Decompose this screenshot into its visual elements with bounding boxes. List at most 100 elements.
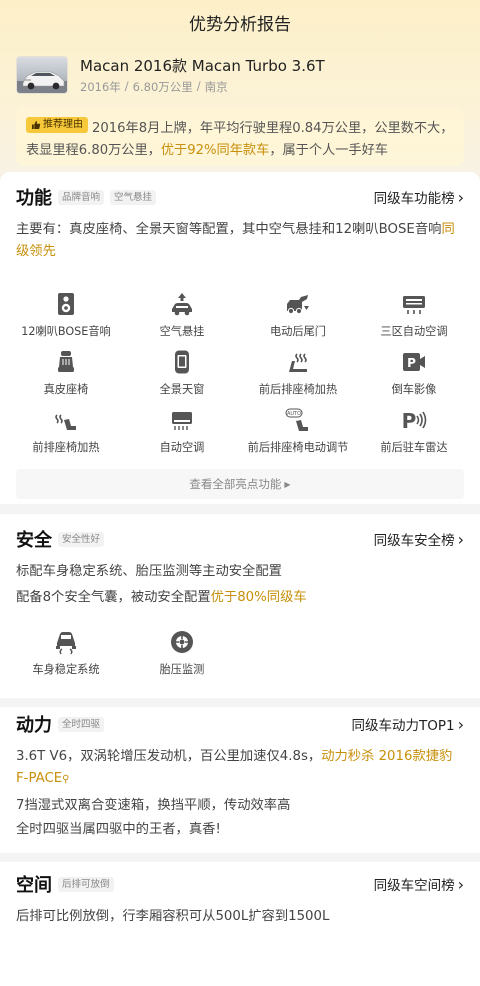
search-icon: ⚲	[62, 774, 70, 785]
feature-item[interactable]: P 前后驻车雷达	[356, 403, 472, 461]
feature-label: 电动后尾门	[270, 325, 326, 338]
safety-card: 安全 安全性好 同级车安全榜 › 标配车身稳定系统、胎压监测等主动安全配置 配备…	[0, 514, 480, 698]
chevron-right-icon: ›	[457, 187, 464, 207]
feature-label: 真皮座椅	[43, 383, 89, 396]
speaker-icon	[58, 293, 74, 315]
space-line-1: 后排可比例放倒，行李厢容积可从500L扩容到1500L	[16, 909, 330, 924]
car-name: Macan 2016款 Macan Turbo 3.6T	[80, 56, 325, 75]
car-meta: 2016年 / 6.80万公里 / 南京	[80, 79, 325, 95]
feature-item[interactable]: 全景天窗	[124, 345, 240, 403]
page-title: 优势分析报告	[0, 0, 480, 44]
power-rank-label: 同级车动力TOP1	[351, 718, 455, 734]
features-grid: 12喇叭BOSE音响 空气悬挂 电动后尾门 三区自动空调 真皮座椅 全景天窗 前…	[0, 287, 480, 461]
reason-highlight: 优于92%同年款车	[160, 143, 270, 158]
svg-text:P: P	[402, 409, 417, 433]
feature-label: 空气悬挂	[159, 325, 205, 338]
features-desc: 主要有：真皮座椅、全景天窗等配置，其中空气悬挂和12喇叭BOSE音响同级领先	[0, 219, 480, 263]
stability-control-icon	[56, 632, 76, 655]
recommend-tag: 推荐理由	[26, 117, 88, 133]
feature-label: 前排座椅加热	[32, 441, 100, 454]
space-rank-label: 同级车空间榜	[373, 878, 455, 894]
power-seat-adjust-icon: AUTO	[285, 408, 308, 431]
power-line-1-text: 3.6T V6，双涡轮增压发动机，百公里加速仅4.8s，	[16, 749, 322, 764]
safety-item[interactable]: 车身稳定系统	[8, 625, 124, 683]
power-card: 动力 全时四驱 同级车动力TOP1 › 3.6T V6，双涡轮增压发动机，百公里…	[0, 707, 480, 853]
chevron-right-icon: ›	[457, 874, 464, 894]
rear-camera-icon: P	[403, 353, 425, 371]
meta-separator: /	[124, 78, 129, 93]
feature-label: 自动空调	[159, 441, 205, 454]
car-thumbnail	[16, 56, 68, 94]
car-mileage: 6.80万公里	[132, 79, 193, 94]
car-year: 2016年	[80, 79, 121, 94]
feature-item[interactable]: 前后排座椅加热	[240, 345, 356, 403]
front-seat-heating-icon	[55, 414, 76, 430]
safety-rank-label: 同级车安全榜	[373, 533, 455, 549]
power-rank-link[interactable]: 同级车动力TOP1 ›	[351, 714, 464, 735]
car-summary[interactable]: Macan 2016款 Macan Turbo 3.6T 2016年 / 6.8…	[0, 44, 480, 98]
feature-item[interactable]: 自动空调	[124, 403, 240, 461]
feature-label: 前后驻车雷达	[380, 441, 448, 454]
air-suspension-icon	[172, 293, 192, 316]
auto-ac-icon	[172, 412, 192, 430]
feature-label: 12喇叭BOSE音响	[21, 325, 111, 338]
leather-seat-icon	[58, 351, 74, 372]
power-line-3: 全时四驱当属四驱中的王者，真香!	[16, 822, 221, 837]
feature-item[interactable]: 真皮座椅	[8, 345, 124, 403]
feature-item[interactable]: 电动后尾门	[240, 287, 356, 345]
safety-line-2: 配备8个安全气囊，被动安全配置优于80%同级车	[0, 587, 480, 609]
view-all-features-button[interactable]: 查看全部亮点功能 ▶	[16, 469, 464, 499]
space-card: 空间 后排可放倒 同级车空间榜 › 后排可比例放倒，行李厢容积可从500L扩容到…	[0, 862, 480, 986]
car-city: 南京	[204, 79, 228, 94]
features-card: 功能 品牌音响 空气悬挂 同级车功能榜 › 主要有：真皮座椅、全景天窗等配置，其…	[0, 172, 480, 504]
chevron-right-icon: ›	[457, 529, 464, 549]
svg-text:P: P	[407, 356, 416, 370]
chevron-right-icon: ›	[457, 714, 464, 734]
safety-label: 胎压监测	[159, 663, 205, 676]
page-title-text: 优势分析报告	[189, 14, 291, 35]
feature-label: 倒车影像	[391, 383, 437, 396]
feature-item[interactable]: 三区自动空调	[356, 287, 472, 345]
tire-pressure-icon	[171, 631, 193, 653]
power-title: 动力	[16, 715, 52, 736]
power-line-1: 3.6T V6，双涡轮增压发动机，百公里加速仅4.8s，动力秒杀 2016款捷豹…	[0, 746, 480, 791]
power-chip: 全时四驱	[58, 716, 105, 732]
recommend-reason: 推荐理由 2016年8月上牌，年平均行驶里程0.84万公里，公里数不大，表显里程…	[16, 108, 464, 166]
panoramic-sunroof-icon	[175, 350, 189, 374]
recommend-tag-label: 推荐理由	[43, 119, 83, 130]
tri-zone-ac-icon	[403, 296, 425, 314]
features-title: 功能	[16, 188, 52, 209]
features-rank-label: 同级车功能榜	[373, 191, 455, 207]
space-rank-link[interactable]: 同级车空间榜 ›	[373, 874, 464, 895]
feature-label: 全景天窗	[159, 383, 205, 396]
feature-item[interactable]: P 倒车影像	[356, 345, 472, 403]
features-desc-text: 主要有：真皮座椅、全景天窗等配置，其中空气悬挂和12喇叭BOSE音响	[16, 222, 442, 237]
power-line-2: 7挡湿式双离合变速箱，换挡平顺，传动效率高	[16, 798, 291, 813]
svg-text:AUTO: AUTO	[287, 411, 301, 417]
features-rank-link[interactable]: 同级车功能榜 ›	[373, 187, 464, 208]
feature-item[interactable]: 前排座椅加热	[8, 403, 124, 461]
parking-radar-icon: P	[402, 409, 427, 433]
feature-chip: 品牌音响	[58, 189, 105, 205]
safety-rank-link[interactable]: 同级车安全榜 ›	[373, 529, 464, 550]
safety-line-2-text: 配备8个安全气囊，被动安全配置	[16, 590, 211, 605]
feature-item[interactable]: 12喇叭BOSE音响	[8, 287, 124, 345]
meta-separator: /	[196, 78, 201, 93]
safety-line-1: 标配车身稳定系统、胎压监测等主动安全配置	[16, 564, 282, 579]
safety-label: 车身稳定系统	[32, 663, 100, 676]
safety-highlight: 优于80%同级车	[210, 590, 307, 605]
feature-item[interactable]: AUTO 前后排座椅电动调节	[240, 403, 356, 461]
power-tailgate-icon	[287, 295, 309, 315]
safety-item[interactable]: 胎压监测	[124, 625, 240, 683]
safety-grid: 车身稳定系统 胎压监测	[0, 625, 480, 683]
safety-title: 安全	[16, 530, 52, 551]
reason-text-end: ，属于个人一手好车	[269, 143, 388, 158]
view-all-label: 查看全部亮点功能	[189, 477, 282, 491]
feature-label: 前后排座椅加热	[258, 383, 338, 396]
safety-chip: 安全性好	[58, 531, 105, 547]
feature-item[interactable]: 空气悬挂	[124, 287, 240, 345]
thumbs-up-icon	[32, 121, 41, 129]
rear-seat-heating-icon	[289, 353, 307, 372]
feature-chip: 空气悬挂	[110, 189, 157, 205]
feature-label: 三区自动空调	[380, 325, 448, 338]
